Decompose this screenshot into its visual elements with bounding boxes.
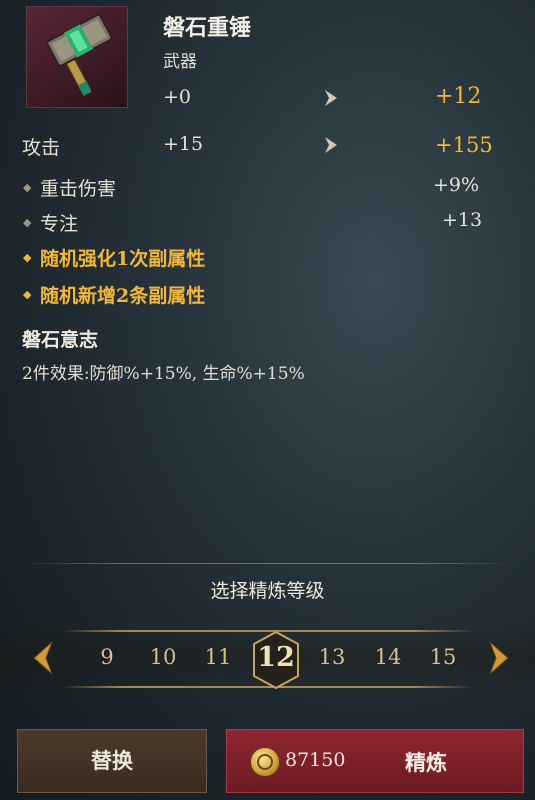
chevron-left-icon[interactable] xyxy=(30,640,56,676)
arrow-right-icon xyxy=(322,88,340,112)
refine-title: 选择精炼等级 xyxy=(210,580,325,602)
gold-coin-icon-detail xyxy=(257,754,273,770)
set-description: 2件效果:防御%+15%, 生命%+15% xyxy=(22,364,305,384)
sub-stat-label: 重击伤害 xyxy=(40,178,117,200)
sub-stat-label: 专注 xyxy=(40,213,79,235)
diamond-bullet-icon: ◆ xyxy=(23,181,32,194)
main-stat-to: +155 xyxy=(435,133,493,157)
main-stat-from: +15 xyxy=(163,133,204,155)
hammer-icon xyxy=(46,14,113,96)
set-title: 磐石意志 xyxy=(22,329,99,351)
replace-button[interactable]: 替换 xyxy=(17,729,207,793)
item-name: 磐石重锤 xyxy=(163,15,252,41)
level-option[interactable]: 9 xyxy=(87,645,127,669)
level-option[interactable]: 15 xyxy=(423,645,463,669)
level-option[interactable]: 14 xyxy=(368,645,408,669)
bonus-line: 随机新增2条副属性 xyxy=(40,285,206,307)
sub-stat-value: +13 xyxy=(442,209,483,231)
item-icon-frame xyxy=(26,6,128,108)
diamond-bullet-icon: ◆ xyxy=(23,216,32,229)
level-option[interactable]: 13 xyxy=(312,645,352,669)
item-type: 武器 xyxy=(163,52,197,72)
diamond-bullet-icon: ◆ xyxy=(23,251,32,264)
level-option[interactable]: 10 xyxy=(143,645,183,669)
gold-cost: 87150 xyxy=(285,749,346,771)
main-stat-label: 攻击 xyxy=(22,137,61,159)
chevron-right-icon[interactable] xyxy=(486,640,512,676)
level-option-selected[interactable]: 12 xyxy=(250,642,302,673)
sub-stat-value: +9% xyxy=(433,174,480,196)
level-from: +0 xyxy=(163,86,192,108)
diamond-bullet-icon: ◆ xyxy=(23,288,32,301)
refine-button-label[interactable]: 精炼 xyxy=(405,747,447,777)
arrow-right-icon xyxy=(322,135,340,159)
divider xyxy=(20,563,515,564)
bonus-line: 随机强化1次副属性 xyxy=(40,248,206,270)
level-option[interactable]: 11 xyxy=(198,645,238,669)
level-to: +12 xyxy=(435,84,482,109)
